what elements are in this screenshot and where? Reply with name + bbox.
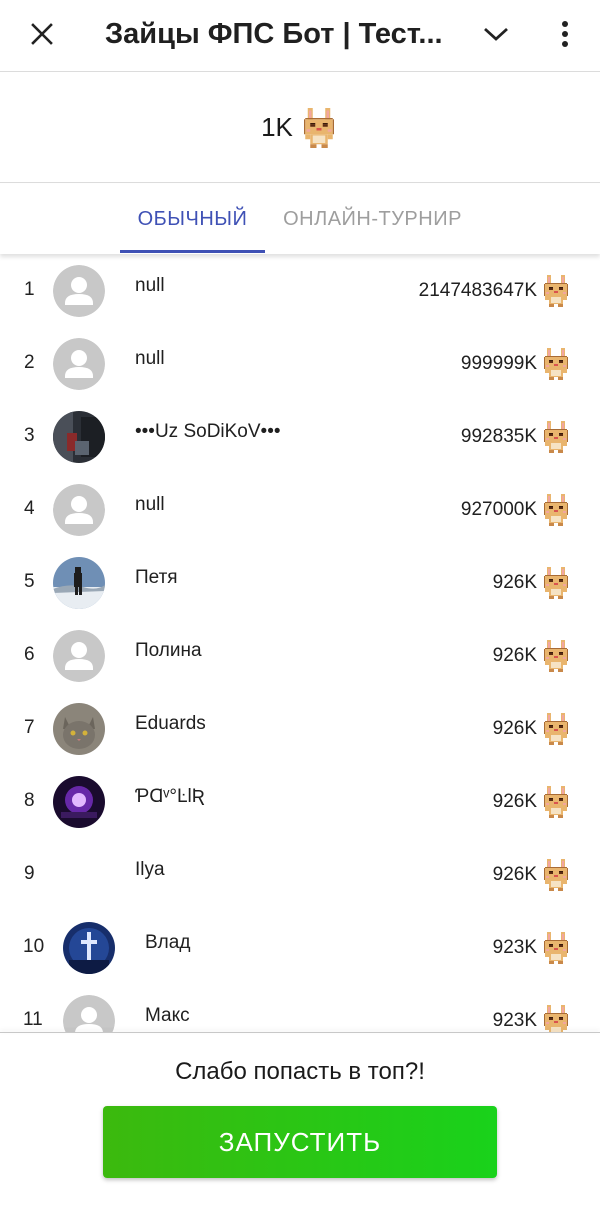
avatar[interactable] — [53, 338, 105, 390]
tab-regular[interactable]: ОБЫЧНЫЙ — [120, 184, 265, 254]
player-name: null — [135, 494, 165, 515]
player-score: 926K — [492, 864, 537, 885]
bunny-icon — [544, 348, 568, 380]
player-score: 992835K — [460, 426, 537, 447]
player-name: Влад — [145, 932, 191, 953]
avatar[interactable] — [53, 484, 105, 536]
avatar[interactable] — [63, 995, 115, 1032]
avatar[interactable] — [53, 776, 105, 828]
player-score: 999999K — [460, 353, 537, 374]
player-score: 923K — [492, 1010, 537, 1031]
bunny-icon — [544, 859, 568, 891]
bunny-icon — [544, 494, 568, 526]
avatar[interactable] — [63, 922, 115, 974]
avatar[interactable] — [53, 703, 105, 755]
player-name: Eduards — [135, 713, 206, 734]
leaderboard-row[interactable]: 4 null 927000K — [0, 473, 600, 546]
list-divider — [0, 1032, 600, 1033]
player-name: Петя — [135, 567, 178, 588]
leaderboard-tabs: ОБЫЧНЫЙ ОНЛАЙН-ТУРНИР — [0, 184, 600, 254]
rank-number: 11 — [23, 1009, 43, 1030]
player-name: ƤⱭᵛ°ĿƖƦ — [135, 786, 205, 807]
rank-number: 10 — [23, 936, 45, 957]
avatar[interactable] — [53, 630, 105, 682]
avatar[interactable] — [53, 265, 105, 317]
avatar[interactable] — [53, 557, 105, 609]
bunny-icon — [544, 1005, 568, 1032]
rank-number: 9 — [24, 863, 35, 884]
bunny-icon — [544, 786, 568, 818]
close-icon — [31, 23, 53, 45]
bunny-icon — [544, 713, 568, 745]
app-title: Зайцы ФПС Бот | Тест... — [105, 18, 443, 50]
player-score: 926K — [492, 791, 537, 812]
player-name: Макс — [145, 1005, 190, 1026]
bunny-icon — [303, 107, 334, 148]
launch-button[interactable]: ЗАПУСТИТЬ — [103, 1106, 497, 1178]
player-score: 926K — [492, 572, 537, 593]
leaderboard-row[interactable]: 8 ƤⱭᵛ°ĿƖƦ 926K — [0, 765, 600, 838]
more-vertical-icon — [562, 21, 568, 47]
app-bar: Зайцы ФПС Бот | Тест... — [0, 0, 600, 72]
leaderboard-row[interactable]: 10 Влад 923K — [0, 911, 600, 984]
player-name: Ilya — [135, 859, 165, 880]
player-name: null — [135, 275, 165, 296]
leaderboard-list[interactable]: 1 null 2147483647K 2 null 999999K 3 •••Uz SoDiK… — [0, 254, 600, 1032]
player-score: 926K — [492, 645, 537, 666]
player-score: 927000K — [460, 499, 537, 520]
leaderboard-row[interactable]: 3 •••Uz SoDiKoV••• 992835K — [0, 400, 600, 473]
collapse-button[interactable] — [476, 14, 516, 54]
tab-online-tournament[interactable]: ОНЛАЙН-ТУРНИР — [270, 184, 475, 254]
bunny-icon — [544, 275, 568, 307]
leaderboard-row[interactable]: 7 Eduards 926K — [0, 692, 600, 765]
player-score: 2147483647K — [418, 280, 537, 301]
active-tab-indicator — [120, 250, 265, 253]
more-menu-button[interactable] — [548, 14, 582, 54]
leaderboard-row[interactable]: 11 Макс 923K — [0, 984, 600, 1032]
player-name: null — [135, 348, 165, 369]
bunny-icon — [544, 932, 568, 964]
player-score: 923K — [492, 937, 537, 958]
bunny-icon — [544, 567, 568, 599]
leaderboard-row[interactable]: 2 null 999999K — [0, 327, 600, 400]
call-to-action-text: Слабо попасть в топ?! — [175, 1058, 425, 1085]
chevron-down-icon — [484, 27, 508, 41]
player-name: •••Uz SoDiKoV••• — [135, 421, 281, 442]
bunny-icon — [544, 640, 568, 672]
leaderboard-row[interactable]: 5 Петя 926K — [0, 546, 600, 619]
coin-balance: 1K — [0, 73, 600, 183]
close-button[interactable] — [22, 14, 62, 54]
balance-value: 1K — [261, 112, 293, 142]
leaderboard-row[interactable]: 9 Ilya 926K — [0, 838, 600, 911]
avatar[interactable] — [53, 411, 105, 463]
leaderboard-row[interactable]: 6 Полина 926K — [0, 619, 600, 692]
leaderboard-row[interactable]: 1 null 2147483647K — [0, 254, 600, 327]
player-score: 926K — [492, 718, 537, 739]
bunny-icon — [544, 421, 568, 453]
player-name: Полина — [135, 640, 202, 661]
